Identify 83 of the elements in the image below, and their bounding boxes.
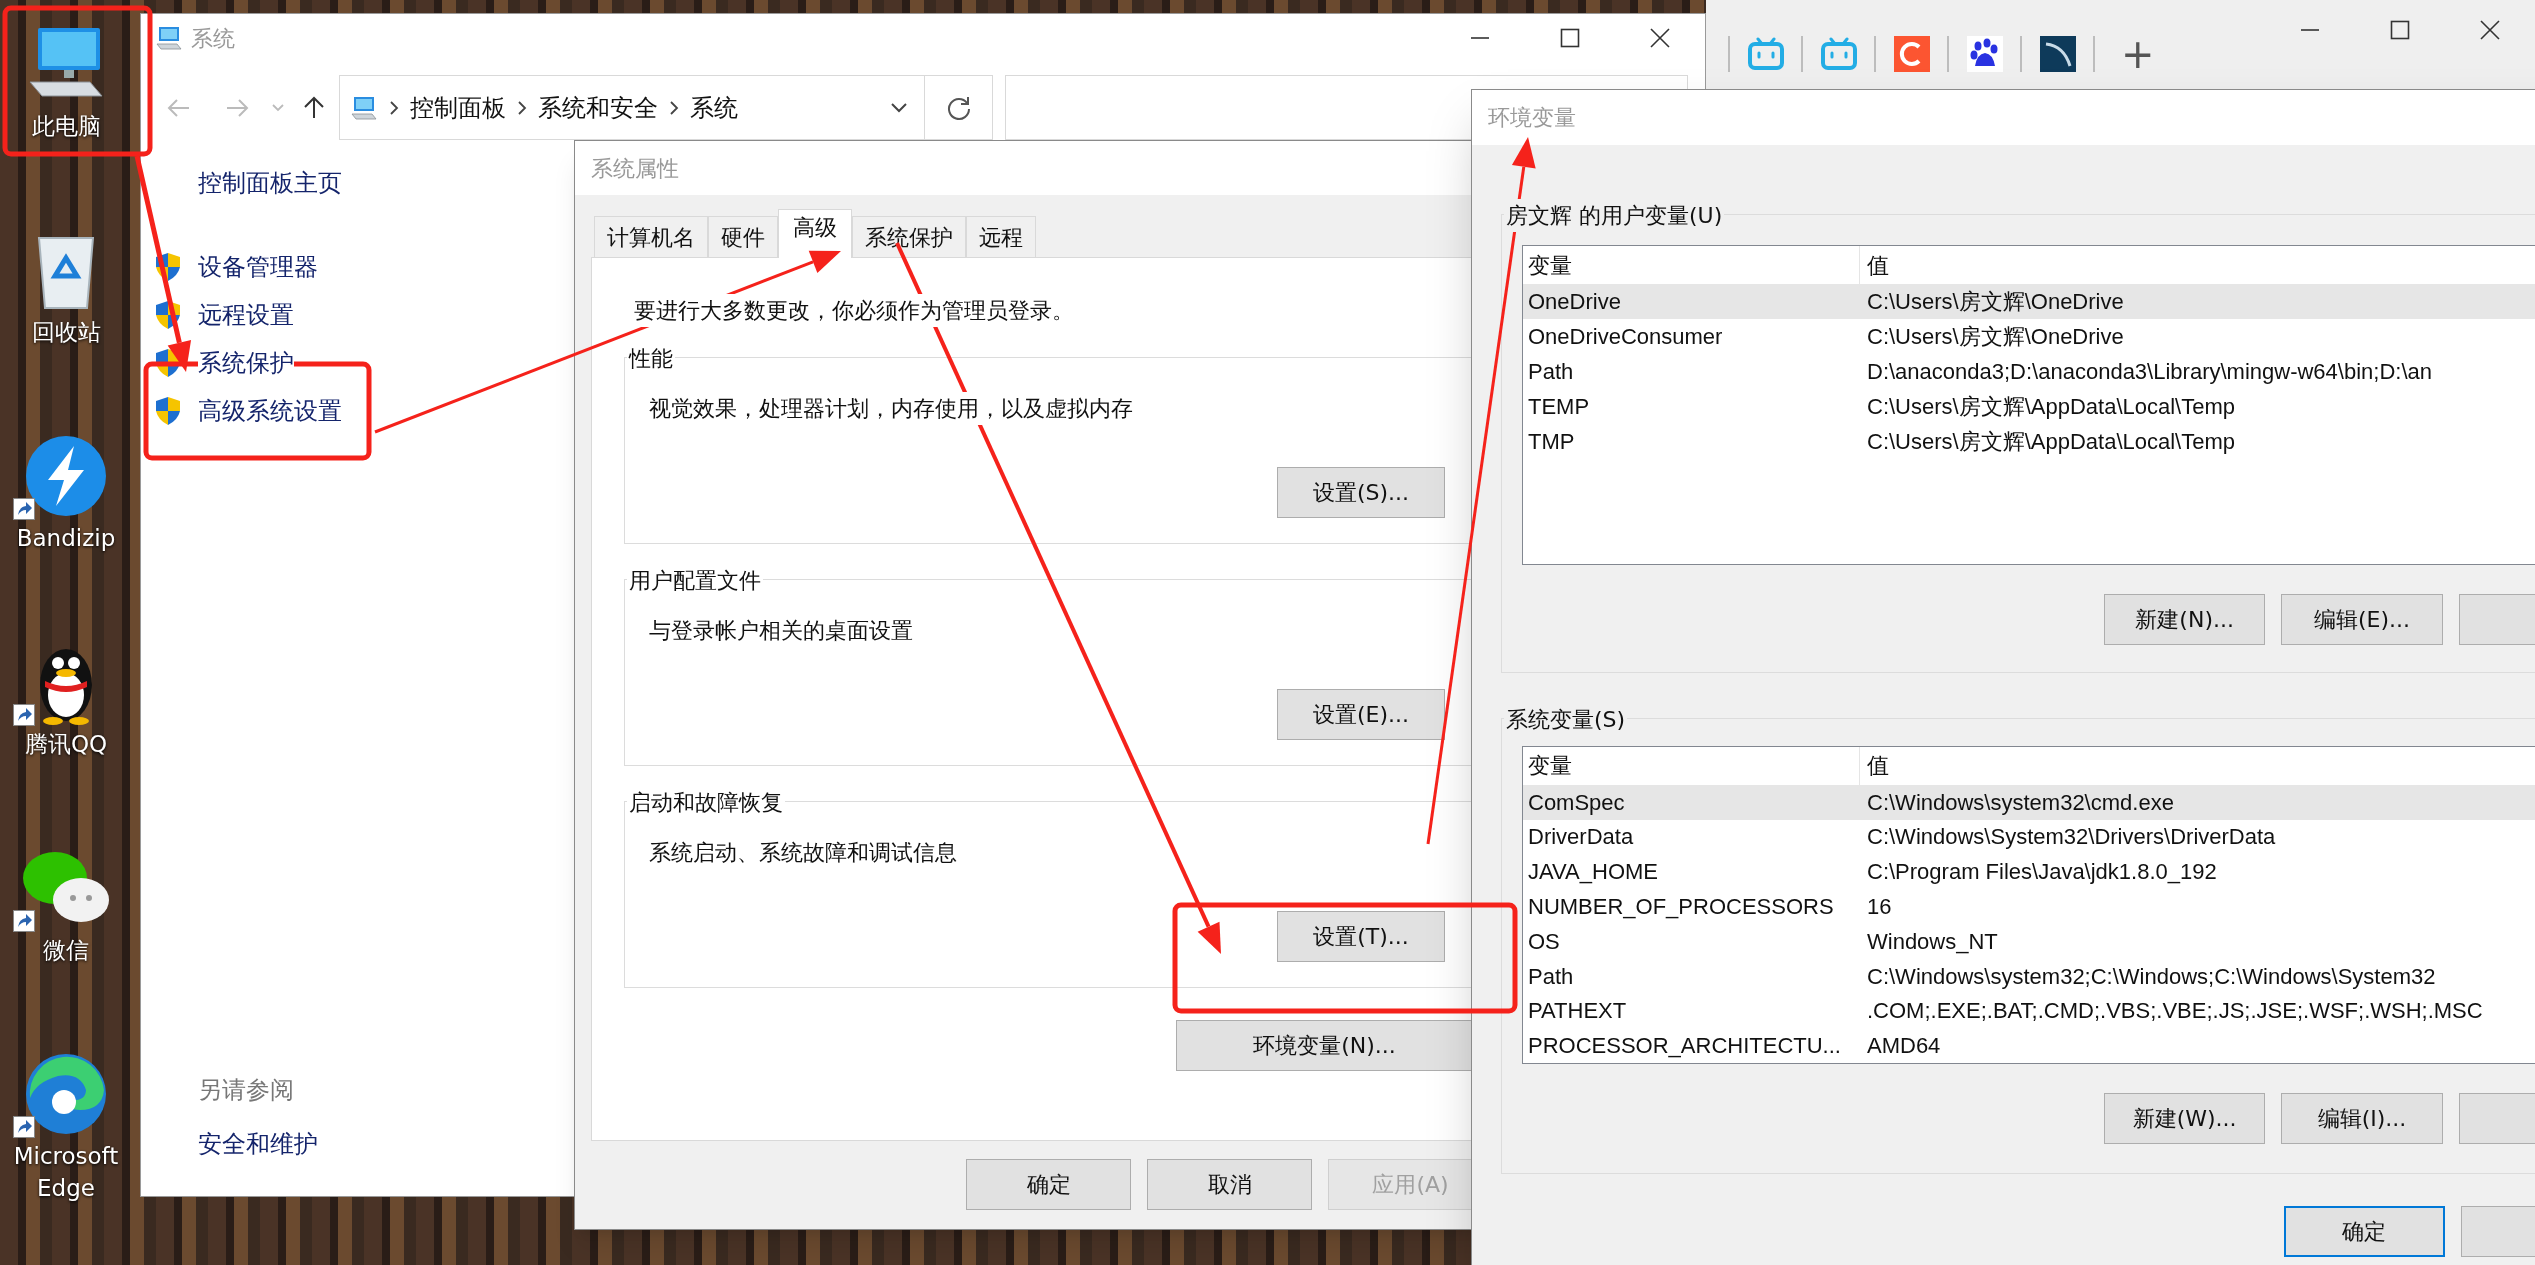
- maximize-icon[interactable]: [2390, 20, 2410, 40]
- desktop-icon-label[interactable]: Microsoft Edge: [0, 1140, 132, 1204]
- dialog-button[interactable]: 编辑(E)...: [2281, 594, 2443, 645]
- table-cell-text: C:\Windows\system32;C:\Windows;C:\Windows\System32: [1866, 962, 2437, 991]
- up-arrow-icon[interactable]: [303, 95, 325, 120]
- table-cell-text: ComSpec: [1527, 788, 1626, 817]
- chevron-down-icon[interactable]: [890, 101, 908, 114]
- window-title: 系统: [191, 24, 235, 53]
- table-row[interactable]: OneDrive C:\Users\房文辉\OneDrive: [1523, 284, 2535, 319]
- shield-icon: [155, 300, 181, 330]
- table-cell-text: Windows_NT: [1866, 927, 1999, 956]
- table-row[interactable]: ComSpec C:\Windows\system32\cmd.exe: [1523, 784, 2535, 820]
- desktop-icon-label[interactable]: 此电脑: [31, 110, 101, 142]
- table-cell-text: PROCESSOR_ARCHITECTU...: [1527, 1032, 1842, 1061]
- desktop-icon-label[interactable]: Bandizip: [16, 522, 116, 554]
- shield-icon: [155, 396, 181, 426]
- lightning-app-icon[interactable]: [24, 434, 108, 518]
- breadcrumb-link[interactable]: 系统: [690, 89, 738, 126]
- group-title: 房文辉 的用户变量(U): [1504, 199, 1725, 232]
- table-cell-text: C:\Users\房文辉\AppData\Local\Temp: [1866, 393, 2237, 421]
- table-cell-text: C:\Users\房文辉\OneDrive: [1866, 323, 2125, 351]
- desktop-icon-label[interactable]: 腾讯QQ: [24, 728, 108, 760]
- dialog-button[interactable]: 确定: [2284, 1206, 2445, 1257]
- paw-icon[interactable]: [1966, 36, 2003, 72]
- dialog-button[interactable]: 取消: [1147, 1159, 1312, 1210]
- table-cell-text: OS: [1527, 927, 1561, 956]
- table-cell-text: TMP: [1527, 428, 1576, 456]
- table-cell-text: OneDriveConsumer: [1527, 323, 1724, 351]
- chevron-right-icon[interactable]: [388, 99, 400, 116]
- table-cell-text: C:\Windows\system32\cmd.exe: [1866, 788, 2175, 817]
- column-header[interactable]: 变量: [1523, 747, 1860, 785]
- c-letter-logo-icon[interactable]: [1893, 36, 1930, 72]
- computer-icon: [350, 94, 378, 121]
- table-cell-text: Path: [1527, 358, 1575, 386]
- swirl-app-icon[interactable]: [24, 1052, 108, 1136]
- breadcrumb-link[interactable]: 控制面板: [410, 89, 506, 126]
- group-description: 视觉效果，处理器计划，内存使用，以及虚拟内存: [649, 392, 1133, 425]
- table-cell-text: C:\Windows\System32\Drivers\DriverData: [1866, 823, 2277, 852]
- table-cell-text: Path: [1527, 962, 1575, 991]
- tab[interactable]: 计算机名: [594, 216, 708, 257]
- desktop-icon-label[interactable]: 回收站: [31, 316, 101, 348]
- table-cell-text: AMD64: [1866, 1032, 1942, 1061]
- table-cell-text: D:\anaconda3;D:\anaconda3\Library\mingw-w64\bin;D:\an: [1866, 358, 2433, 386]
- tab[interactable]: 硬件: [708, 216, 778, 257]
- table-cell-text: DriverData: [1527, 823, 1635, 852]
- shield-icon: [155, 252, 181, 282]
- close-icon[interactable]: [2480, 20, 2500, 40]
- new-tab-button[interactable]: +: [2121, 34, 2155, 74]
- chevron-right-icon[interactable]: [516, 99, 528, 116]
- table-cell-text: JAVA_HOME: [1527, 858, 1659, 887]
- dialog-button[interactable]: 设置(S)...: [1277, 467, 1445, 518]
- breadcrumb-link[interactable]: 系统和安全: [538, 89, 658, 126]
- table-cell-text: 16: [1866, 893, 1893, 921]
- sidebar-link[interactable]: 安全和维护: [198, 1126, 318, 1162]
- table-cell-text: TEMP: [1527, 393, 1591, 421]
- table-cell-text: C:\Users\房文辉\AppData\Local\Temp: [1866, 428, 2237, 456]
- dialog-button[interactable]: 新建(N)...: [2104, 594, 2266, 645]
- dialog-button[interactable]: 设置(T)...: [1277, 911, 1445, 962]
- sidebar-heading: 另请参阅: [198, 1075, 294, 1106]
- table-cell-text: C:\Users\房文辉\OneDrive: [1866, 288, 2125, 316]
- close-icon[interactable]: [1650, 28, 1670, 48]
- dialog-button[interactable]: 环境变量(N)...: [1176, 1020, 1473, 1071]
- address-bar[interactable]: 控制面板 系统和安全 系统: [339, 75, 925, 140]
- dialog-button[interactable]: 设置(E)...: [1277, 689, 1445, 740]
- table-cell-text: C:\Program Files\Java\jdk1.8.0_192: [1866, 858, 2218, 887]
- refresh-icon: [945, 94, 972, 121]
- tab[interactable]: 系统保护: [852, 216, 966, 257]
- dialog-button[interactable]: 编辑(I)...: [2281, 1093, 2443, 1144]
- dialog-title: 环境变量: [1472, 90, 2535, 145]
- table-cell-text: .COM;.EXE;.BAT;.CMD;.VBS;.VBE;.JS;.JSE;.WSF;.WSH;.MSC: [1866, 997, 2484, 1026]
- table-cell-text: NUMBER_OF_PROCESSORS: [1527, 893, 1835, 921]
- column-header[interactable]: 值: [1860, 747, 2535, 785]
- dialog-button[interactable]: 新建(W)...: [2104, 1093, 2266, 1144]
- column-header[interactable]: 值: [1860, 246, 2535, 284]
- tab[interactable]: 远程: [966, 216, 1036, 257]
- maximize-icon[interactable]: [1560, 28, 1580, 48]
- computer-icon: [155, 25, 183, 51]
- table-cell-text: OneDrive: [1527, 288, 1622, 316]
- desktop-icon-label[interactable]: 微信: [43, 934, 89, 966]
- table-cell-text: PATHEXT: [1527, 997, 1628, 1026]
- tab[interactable]: 高级: [778, 209, 852, 258]
- chevron-right-icon[interactable]: [668, 99, 680, 116]
- dialog-button[interactable]: 确定: [966, 1159, 1131, 1210]
